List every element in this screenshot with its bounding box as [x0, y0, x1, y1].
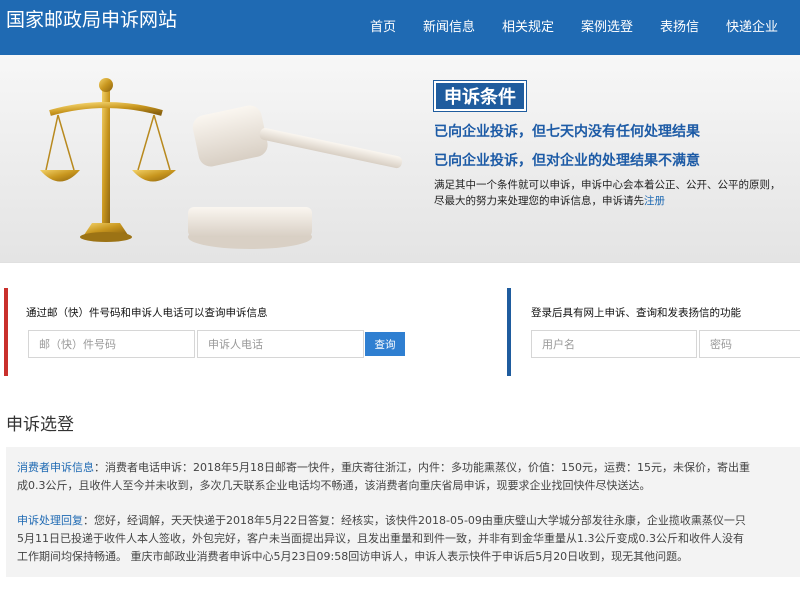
conditions-description: 满足其中一个条件就可以申诉，申诉中心会本着公正、公开、公平的原则，尽最大的努力来… [434, 177, 784, 209]
reply-line-3: 工作期间均保持畅通。 重庆市邮政业消费者申诉中心5月23日09:58回访申诉人，… [17, 550, 689, 563]
complainant-phone-input[interactable] [197, 330, 364, 358]
reply-line-1: 申诉处理回复：您好，经调解，天天快递于2018年5月22日答复：经核实，该快件2… [17, 514, 746, 527]
description-text: 满足其中一个条件就可以申诉，申诉中心会本着公正、公开、公平的原则，尽最大的努力来… [434, 179, 781, 207]
consumer-complaint-text: 消费者申诉信息：消费者电话申诉：2018年5月18日邮寄一快件，重庆寄往浙江，内… [17, 459, 800, 495]
query-button[interactable]: 查询 [365, 332, 405, 356]
query-panel-label: 通过邮（快）件号码和申诉人电话可以查询申诉信息 [26, 307, 268, 319]
complaint-reply-text: 申诉处理回复：您好，经调解，天天快递于2018年5月22日答复：经核实，该快件2… [17, 512, 800, 566]
condition-2: 已向企业投诉，但对企业的处理结果不满意 [434, 153, 700, 169]
login-panel-label: 登录后具有网上申诉、查询和发表扬信的功能 [531, 307, 741, 319]
gavel-icon [188, 105, 403, 249]
tracking-number-input[interactable] [28, 330, 195, 358]
consumer-tag: 消费者申诉信息 [17, 461, 94, 474]
username-input[interactable] [531, 330, 697, 358]
complaint-query-panel: 通过邮（快）件号码和申诉人电话可以查询申诉信息 查询 [4, 288, 494, 376]
password-input[interactable] [699, 330, 800, 358]
reply-line-2: 5月11日已投递于收件人本人签收，外包完好，客户未当面提出异议，且发出重量和到件… [17, 532, 744, 545]
login-panel: 登录后具有网上申诉、查询和发表扬信的功能 [507, 288, 800, 376]
case-box: 消费者申诉信息：消费者电话申诉：2018年5月18日邮寄一快件，重庆寄往浙江，内… [6, 447, 800, 577]
cases-section-title: 申诉选登 [6, 415, 74, 435]
nav-regulations[interactable]: 相关规定 [502, 16, 554, 35]
hero-banner: 申诉条件 已向企业投诉，但七天内没有任何处理结果 已向企业投诉，但对企业的处理结… [0, 55, 800, 263]
nav-home[interactable]: 首页 [370, 16, 396, 35]
register-link[interactable]: 注册 [644, 195, 665, 207]
nav-cases[interactable]: 案例选登 [581, 16, 633, 35]
condition-1: 已向企业投诉，但七天内没有任何处理结果 [434, 124, 700, 140]
site-header: 国家邮政局申诉网站 首页 新闻信息 相关规定 案例选登 表扬信 快递企业 [0, 0, 800, 55]
reply-tag: 申诉处理回复 [17, 514, 83, 527]
scale-icon [40, 78, 176, 242]
nav-praise-letters[interactable]: 表扬信 [660, 16, 699, 35]
consumer-line-2: 成0.3公斤，且收件人至今并未收到，多次几天联系企业电话均不畅通，该消费者向重庆… [17, 479, 651, 492]
nav-courier-companies[interactable]: 快递企业 [726, 16, 778, 35]
justice-scale-gavel-illustration [40, 78, 403, 249]
nav-news[interactable]: 新闻信息 [423, 16, 475, 35]
consumer-line-1: 消费者申诉信息：消费者电话申诉：2018年5月18日邮寄一快件，重庆寄往浙江，内… [17, 461, 750, 474]
conditions-title: 申诉条件 [433, 80, 527, 112]
main-nav: 首页 新闻信息 相关规定 案例选登 表扬信 快递企业 [0, 16, 800, 36]
